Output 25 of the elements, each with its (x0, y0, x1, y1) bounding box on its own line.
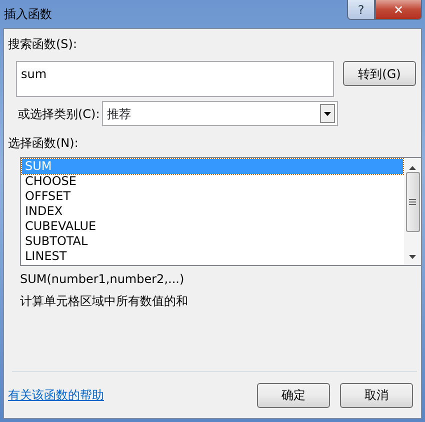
category-label: 或选择类别(C): (18, 106, 100, 122)
function-list[interactable]: SUM CHOOSE OFFSET INDEX CUBEVALUE SUBTOTAL LINEST (20, 157, 422, 266)
function-list-item[interactable]: SUBTOTAL (22, 234, 403, 249)
close-button[interactable]: ✕ (375, 0, 422, 20)
function-list-item[interactable]: LINEST (22, 249, 403, 264)
help-button[interactable]: ? (347, 0, 375, 20)
scroll-up-icon[interactable] (409, 166, 416, 170)
search-field[interactable]: sum (16, 61, 334, 97)
help-link[interactable]: 有关该函数的帮助 (8, 386, 104, 404)
scrollbar-thumb[interactable] (406, 172, 420, 232)
function-list-item[interactable]: CUBEVALUE (22, 219, 403, 234)
category-dropdown[interactable]: 推荐 (102, 101, 338, 126)
function-description: 计算单元格区域中所有数值的和 (20, 293, 188, 310)
function-signature: SUM(number1,number2,...) (20, 271, 184, 288)
dialog-button[interactable]: 确定 (257, 382, 330, 408)
dialog-button[interactable]: 取消 (340, 382, 413, 408)
window-title: 插入函数 (3, 6, 53, 23)
function-list-item[interactable]: OFFSET (22, 189, 403, 204)
function-list-item[interactable]: CHOOSE (22, 174, 403, 189)
function-list-label: 选择函数(N): (8, 135, 78, 152)
go-button[interactable]: 转到(G) (343, 61, 416, 86)
scroll-down-icon[interactable] (409, 255, 416, 259)
dropdown-arrow-icon (324, 112, 331, 116)
function-list-item[interactable]: INDEX (22, 204, 403, 219)
search-label: 搜索函数(S): (8, 36, 78, 53)
